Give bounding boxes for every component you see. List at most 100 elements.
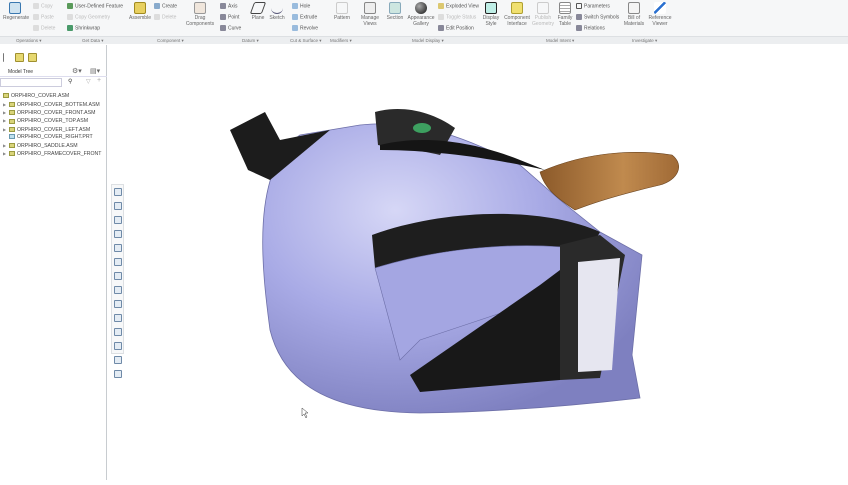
- group-model-intent[interactable]: Model Intent ▾: [546, 38, 574, 44]
- extrude-button[interactable]: Extrude: [292, 14, 317, 20]
- regenerate-icon: [9, 2, 21, 14]
- fuel-tank-cover: [230, 108, 643, 414]
- model-tree-title: Model Tree: [8, 69, 34, 75]
- assemble-button[interactable]: Assemble: [128, 2, 152, 21]
- datum-display-icon[interactable]: [114, 286, 122, 294]
- view-toolbar: [111, 184, 124, 378]
- model-3d-view[interactable]: [108, 45, 848, 480]
- user-defined-feature-button[interactable]: User-Defined Feature: [67, 3, 123, 9]
- publish-icon: [537, 2, 549, 14]
- bom-icon: [628, 2, 640, 14]
- display-style-icon[interactable]: [114, 272, 122, 280]
- mouse-cursor: [301, 407, 309, 419]
- show-icon[interactable]: ▤▾: [90, 67, 100, 75]
- hole-button[interactable]: Hole: [292, 3, 310, 9]
- component-delete-button[interactable]: Delete: [154, 14, 176, 20]
- group-model-display[interactable]: Model Display ▾: [412, 38, 444, 44]
- group-get-data[interactable]: Get Data ▾: [82, 38, 104, 44]
- sketch-button[interactable]: Sketch: [268, 2, 286, 21]
- revolve-button[interactable]: Revolve: [292, 25, 318, 31]
- axis-button[interactable]: Axis: [220, 3, 237, 9]
- graphics-area[interactable]: [108, 45, 848, 480]
- refit-icon[interactable]: [114, 188, 122, 196]
- folder-browser-tab[interactable]: [15, 53, 24, 62]
- view-orient-icon[interactable]: [114, 244, 122, 252]
- model-tree-tab[interactable]: [3, 53, 12, 62]
- edit-position-button[interactable]: Edit Position: [438, 25, 474, 31]
- component-interface-button[interactable]: Component Interface: [503, 2, 531, 27]
- tree-item[interactable]: ▶ ORPHIRO_COVER_FRONT.ASM: [3, 109, 95, 117]
- favorites-tab[interactable]: [28, 53, 37, 62]
- annotation-display-icon[interactable]: [114, 300, 122, 308]
- model-tree-header: Model Tree ⚙▾ ▤▾: [0, 65, 107, 77]
- toggle-status-button[interactable]: Toggle Status: [438, 14, 476, 20]
- drag-components-button[interactable]: Drag Components: [185, 2, 215, 27]
- group-modifiers[interactable]: Modifiers ▾: [330, 38, 352, 44]
- bill-of-materials-button[interactable]: Bill of Materials: [622, 2, 646, 27]
- group-operations[interactable]: Operations ▾: [16, 38, 42, 44]
- tree-item[interactable]: ORPHIRO_COVER_RIGHT.PRT: [3, 134, 93, 141]
- tree-item[interactable]: ▶ ORPHIRO_COVER_BOTTEM.ASM: [3, 101, 100, 109]
- family-table-button[interactable]: Family Table: [556, 2, 574, 27]
- point-button[interactable]: Point: [220, 14, 239, 20]
- ribbon-group-labels: Operations ▾ Get Data ▾ Component ▾ Datu…: [0, 36, 848, 44]
- shrinkwrap-button[interactable]: Shrinkwrap: [67, 25, 100, 31]
- appearance-gallery-button[interactable]: Appearance Gallery: [406, 2, 436, 27]
- axis-display-icon[interactable]: [114, 342, 122, 350]
- tree-search-input[interactable]: [0, 78, 62, 87]
- publish-geometry-button[interactable]: Publish Geometry: [532, 2, 554, 27]
- copy-button[interactable]: Copy: [33, 3, 53, 9]
- group-datum[interactable]: Datum ▾: [242, 38, 259, 44]
- switch-symbols-button[interactable]: Switch Symbols: [576, 14, 619, 20]
- point-display-icon[interactable]: [114, 356, 122, 364]
- curve-button[interactable]: Curve: [220, 25, 241, 31]
- relations-button[interactable]: Relations: [576, 25, 605, 31]
- exploded-view-button[interactable]: Exploded View: [438, 3, 479, 9]
- display-style-button[interactable]: Display Style: [480, 2, 502, 27]
- pattern-button[interactable]: Pattern: [332, 2, 352, 21]
- group-component[interactable]: Component ▾: [157, 38, 184, 44]
- assembly-icon: [9, 118, 15, 124]
- csys-display-icon[interactable]: [114, 370, 122, 378]
- regenerate-button[interactable]: Regenerate: [3, 2, 29, 21]
- tree-root[interactable]: ORPHIRO_COVER.ASM: [3, 93, 69, 100]
- add-column-icon[interactable]: +: [97, 77, 101, 84]
- table-icon: [559, 2, 571, 14]
- sphere-icon: [415, 2, 427, 14]
- repaint-icon[interactable]: [114, 230, 122, 238]
- views-icon: [364, 2, 376, 14]
- section-button[interactable]: Section: [384, 2, 406, 21]
- spin-center-icon[interactable]: [114, 314, 122, 322]
- paste-button[interactable]: Paste: [33, 14, 54, 20]
- manage-views-button[interactable]: Manage Views: [358, 2, 382, 27]
- copy-geometry-button[interactable]: Copy Geometry: [67, 14, 110, 20]
- sketch-icon: [271, 2, 283, 14]
- group-investigate[interactable]: Investigate ▾: [632, 38, 657, 44]
- reference-viewer-button[interactable]: Reference Viewer: [648, 2, 672, 27]
- plane-button[interactable]: Plane: [249, 2, 267, 21]
- plane-display-icon[interactable]: [114, 328, 122, 336]
- plane-icon: [249, 2, 267, 14]
- tree-item[interactable]: ▶ ORPHIRO_COVER_LEFT.ASM: [3, 126, 90, 134]
- section-icon: [389, 2, 401, 14]
- tree-item[interactable]: ▶ ORPHIRO_COVER_TOP.ASM: [3, 117, 88, 125]
- zoom-in-icon[interactable]: [114, 202, 122, 210]
- assembly-icon: [9, 143, 15, 149]
- find-icon[interactable]: ⚲: [68, 78, 72, 85]
- delete-button[interactable]: Delete: [33, 25, 55, 31]
- assemble-icon: [134, 2, 146, 14]
- tree-item[interactable]: ▶ ORPHIRO_SADDLE.ASM: [3, 142, 78, 150]
- group-cut-surface[interactable]: Cut & Surface ▾: [290, 38, 322, 44]
- saved-views-icon[interactable]: [114, 258, 122, 266]
- create-button[interactable]: Create: [154, 3, 177, 9]
- zoom-out-icon[interactable]: [114, 216, 122, 224]
- settings-icon[interactable]: ⚙▾: [72, 67, 82, 75]
- assembly-icon: [3, 93, 9, 99]
- indicator-light: [413, 123, 431, 133]
- cube-icon: [485, 2, 497, 14]
- tree-item[interactable]: ▶ ORPHIRO_FRAMECOVER_FRONT: [3, 150, 101, 158]
- filter-icon[interactable]: ▽: [86, 78, 91, 85]
- ribbon: Regenerate Copy Paste Delete User-Define…: [0, 0, 848, 44]
- parameters-button[interactable]: Parameters: [576, 3, 610, 9]
- assembly-icon: [9, 126, 15, 132]
